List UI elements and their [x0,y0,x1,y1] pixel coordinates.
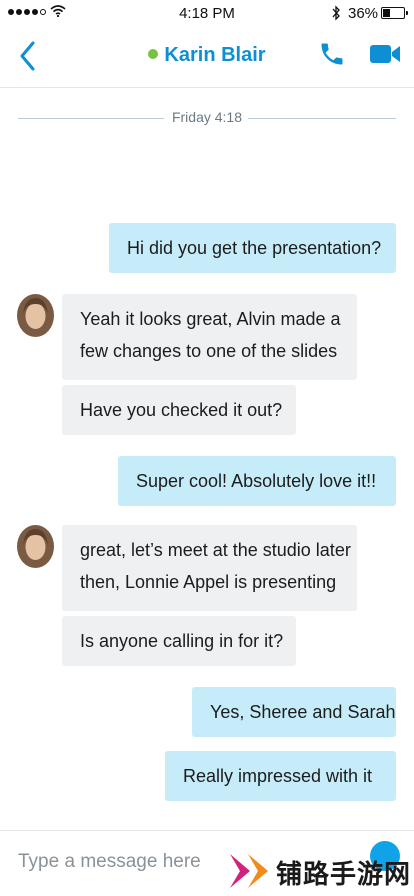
message-text-line: then, Lonnie Appel is presenting [80,572,337,592]
message-incoming[interactable]: great, let’s meet at the studio later th… [62,525,357,611]
message-incoming[interactable]: Have you checked it out? [62,385,296,435]
message-text: Is anyone calling in for it? [80,631,284,651]
message-text: Super cool! Absolutely love it!! [136,471,377,491]
chat-header: Karin Blair [0,26,414,88]
message-text-line: few changes to one of the slides [80,341,338,361]
date-divider: Friday 4:18 [18,108,396,128]
battery-fill [383,9,390,17]
message-text: Have you checked it out? [80,400,283,420]
message-text-line: Yeah it looks great, Alvin made a [80,309,341,329]
message-incoming[interactable]: Is anyone calling in for it? [62,616,296,666]
message-text: Yes, Sheree and Sarah [210,702,396,722]
battery-icon [381,7,408,19]
contact-avatar[interactable] [17,525,54,568]
bluetooth-icon [332,5,340,21]
divider-line-right [248,118,396,119]
contact-avatar[interactable] [17,294,54,337]
message-text: Hi did you get the presentation? [127,238,382,258]
contact-title[interactable]: Karin Blair [0,44,414,67]
message-outgoing[interactable]: Really impressed with it [165,751,396,801]
message-input[interactable]: Type a message here [18,851,201,873]
date-divider-label: Friday 4:18 [171,109,243,125]
message-text: Really impressed with it [183,766,373,786]
presence-online-icon [148,49,159,59]
status-bar: 4:18 PM 36% [0,0,414,26]
message-outgoing[interactable]: Yes, Sheree and Sarah [192,687,396,737]
message-text-line: great, let’s meet at the studio later [80,540,351,560]
message-outgoing[interactable]: Super cool! Absolutely love it!! [118,456,396,506]
watermark-text: 铺路手游网 [276,859,412,889]
video-call-icon[interactable] [369,43,401,65]
phone-call-icon[interactable] [318,40,346,68]
message-incoming[interactable]: Yeah it looks great, Alvin made a few ch… [62,294,357,380]
message-outgoing[interactable]: Hi did you get the presentation? [109,223,396,273]
battery-percent: 36% [348,5,379,22]
contact-name: Karin Blair [164,44,266,66]
